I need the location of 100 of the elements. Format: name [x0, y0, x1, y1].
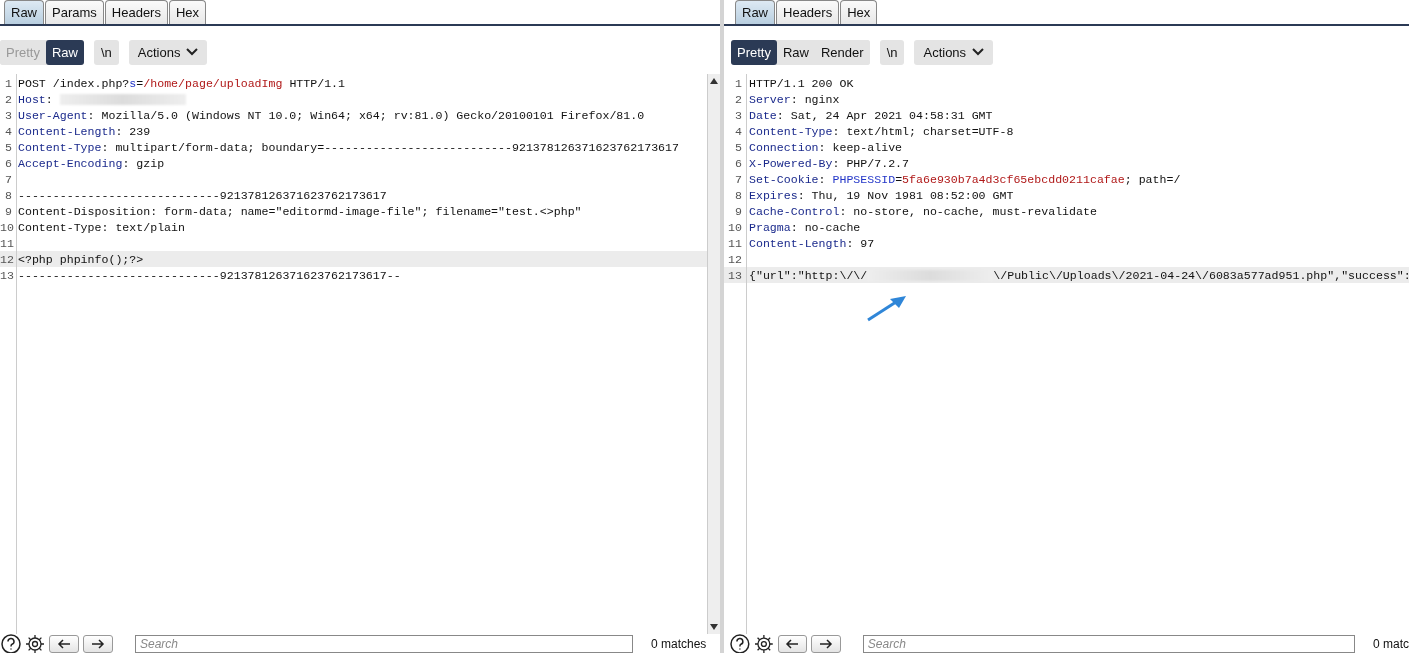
- line-number: 5: [734, 140, 743, 154]
- code-text: {"url":"http:\/\/: [749, 268, 868, 282]
- code-text: :: [818, 172, 827, 186]
- code-text: Set-Cookie: [749, 172, 819, 186]
- code-text: Expires: [749, 188, 798, 202]
- code-text: User-Agent: [18, 108, 88, 122]
- editor-tab[interactable]: Headers: [776, 0, 840, 24]
- code-text: Connection: [749, 140, 819, 154]
- code-text: Content-Length: [18, 124, 116, 138]
- line-number: 2: [4, 92, 13, 106]
- line-number: 11: [727, 236, 743, 250]
- code-text: HTTP/1.1 200 OK: [749, 76, 854, 90]
- line-number: 13: [727, 268, 743, 282]
- help-icon[interactable]: [1, 634, 21, 653]
- settings-icon[interactable]: [25, 634, 45, 653]
- match-count: 0 matches: [651, 636, 707, 651]
- line-number: 3: [734, 108, 743, 122]
- code-text: : nginx: [790, 92, 840, 106]
- line-number: 10: [0, 220, 15, 234]
- next-button[interactable]: [83, 634, 113, 653]
- line-number: 1: [4, 76, 13, 90]
- scrollbar[interactable]: [707, 74, 720, 634]
- code-text: : Thu, 19 Nov 1981 08:52:00 GMT: [797, 188, 1014, 202]
- code-text: : multipart/form-data; boundary=---------------------------921378126371623762173617: [101, 140, 679, 154]
- line-number: 9: [4, 204, 13, 218]
- scroll-up-icon: [710, 78, 718, 84]
- code-text: : 97: [846, 236, 875, 250]
- actions-button[interactable]: Actions: [914, 39, 994, 65]
- settings-icon[interactable]: [753, 634, 774, 653]
- code-text: Date: [749, 108, 777, 122]
- newline-button[interactable]: \n: [94, 39, 119, 65]
- code-text: : gzip: [122, 156, 165, 170]
- next-button[interactable]: [811, 634, 841, 653]
- code-text: \/Public\/Uploads\/2021-04-24\/6083a577ad951.php","success":: [993, 268, 1409, 282]
- code-text: : no-store, no-cache, must-revalidate: [839, 204, 1097, 218]
- line-number: 7: [734, 172, 743, 186]
- code-text: :: [45, 92, 54, 106]
- code-text: Content-Type: text/plain: [18, 220, 185, 234]
- code-text: Accept-Encoding: [18, 156, 123, 170]
- code-text: Content-Length: [749, 236, 847, 250]
- line-number: 4: [4, 124, 13, 138]
- line-number: 13: [0, 268, 15, 282]
- search-field[interactable]: Search: [862, 634, 1355, 653]
- code-text: Pragma: [749, 220, 791, 234]
- editor-tab[interactable]: Headers: [104, 0, 168, 24]
- code-text: -----------------------------921378126371623762173617--: [18, 268, 401, 282]
- line-number: 7: [4, 172, 13, 186]
- editor-tab[interactable]: Params: [45, 0, 104, 24]
- actions-button[interactable]: Actions: [128, 39, 208, 65]
- code-text: /home/page/uploadImg: [143, 76, 283, 90]
- line-number: 12: [727, 252, 743, 266]
- line-number: 1: [734, 76, 743, 90]
- search-field[interactable]: Search: [135, 634, 633, 653]
- code-text: : no-cache: [790, 220, 861, 234]
- previous-button[interactable]: [777, 634, 808, 653]
- code-text: : 239: [115, 124, 151, 138]
- view-button[interactable]: Pretty: [731, 39, 777, 65]
- view-button[interactable]: Raw: [45, 39, 84, 65]
- line-number: 5: [4, 140, 13, 154]
- line-number: 11: [0, 236, 15, 250]
- line-number: 2: [734, 92, 743, 106]
- line-number: 8: [4, 188, 13, 202]
- line-number: 6: [4, 156, 13, 170]
- code-text: X-Powered-By: [749, 156, 833, 170]
- chevron-down-icon: [186, 48, 199, 56]
- arrow-right-icon: [819, 638, 833, 649]
- arrow-left-icon: [785, 638, 800, 649]
- arrow-right-icon: [91, 638, 105, 649]
- code-text: Host: [18, 92, 46, 106]
- annotation-arrow: [866, 294, 908, 322]
- code-text: : keep-alive: [818, 140, 903, 154]
- line-number: 10: [727, 220, 743, 234]
- code-text: Content-Type: [18, 140, 102, 154]
- line-number: 9: [734, 204, 743, 218]
- editor-tab[interactable]: Hex: [168, 0, 207, 24]
- code-text: Content-Type: [749, 124, 833, 138]
- arrow-left-icon: [57, 638, 71, 649]
- line-number: 8: [734, 188, 743, 202]
- code-text: =: [895, 172, 903, 186]
- code-text: POST /index.php?: [18, 76, 130, 90]
- line-number: 4: [734, 124, 743, 138]
- code-text: Server: [749, 92, 791, 106]
- scroll-down-icon: [710, 624, 718, 630]
- code-text: =: [136, 76, 144, 90]
- code-text: PHPSESSID: [832, 172, 896, 186]
- code-text: Cache-Control: [749, 204, 840, 218]
- code-text: : Mozilla/5.0 (Windows NT 10.0; Win64; x64; rv:81.0) Gecko/20100101 Firefox/81.0: [87, 108, 645, 122]
- newline-button[interactable]: \n: [879, 39, 905, 65]
- previous-button[interactable]: [49, 634, 79, 653]
- code-text: ; path=/: [1124, 172, 1181, 186]
- editor-tab[interactable]: Hex: [840, 0, 878, 24]
- editor-tab[interactable]: Raw: [4, 0, 44, 24]
- help-icon[interactable]: [730, 634, 750, 653]
- editor-tab[interactable]: Raw: [735, 0, 775, 24]
- line-number: 6: [734, 156, 743, 170]
- code-text: <?php phpinfo();?>: [18, 252, 144, 266]
- line-number: 12: [0, 252, 15, 266]
- code-text: s: [129, 76, 137, 90]
- code-text: : PHP/7.2.7: [832, 156, 910, 170]
- code-text: HTTP/1.1: [288, 76, 346, 90]
